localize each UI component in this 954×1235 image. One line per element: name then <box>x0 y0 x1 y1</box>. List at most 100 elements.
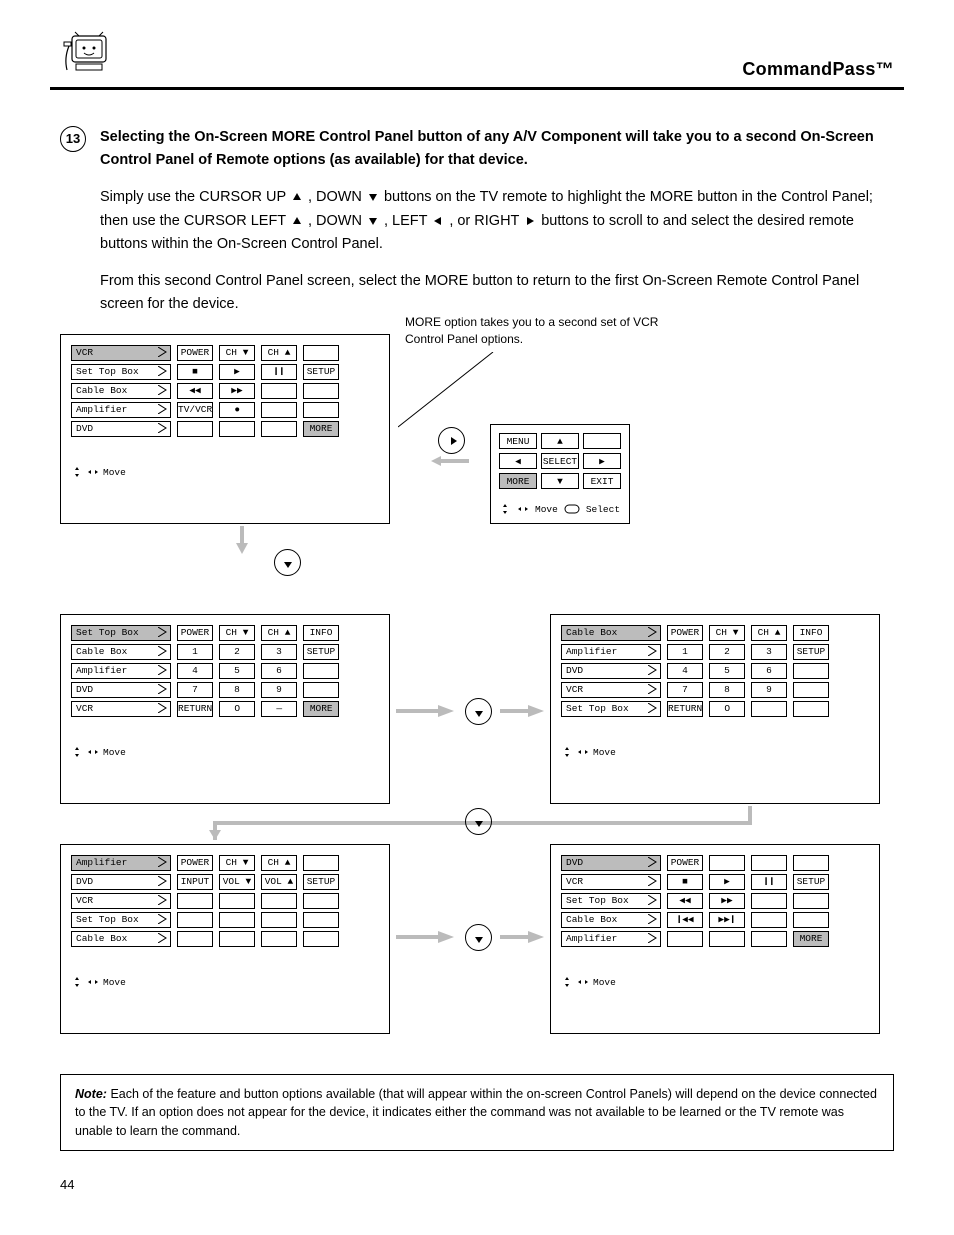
remote-button[interactable] <box>709 931 745 947</box>
remote-button[interactable]: INFO <box>303 625 339 641</box>
remote-button[interactable]: CH ▲ <box>261 625 297 641</box>
remote-button[interactable]: 6 <box>751 663 787 679</box>
remote-button[interactable] <box>303 402 339 418</box>
device-tab[interactable]: DVD <box>71 874 171 890</box>
remote-button[interactable]: VOL ▲ <box>261 874 297 890</box>
remote-button[interactable]: SETUP <box>303 874 339 890</box>
remote-button[interactable]: ▶▶ <box>709 893 745 909</box>
remote-button[interactable]: ▶ <box>219 364 255 380</box>
remote-button[interactable] <box>177 912 213 928</box>
remote-button[interactable]: 5 <box>219 663 255 679</box>
remote-button[interactable]: MORE <box>793 931 829 947</box>
remote-button[interactable]: 1 <box>177 644 213 660</box>
device-tab[interactable]: VCR <box>71 893 171 909</box>
remote-button[interactable]: CH ▲ <box>751 625 787 641</box>
remote-button[interactable]: 7 <box>177 682 213 698</box>
remote-button[interactable]: POWER <box>667 625 703 641</box>
remote-button[interactable] <box>751 931 787 947</box>
remote-button[interactable]: O <box>219 701 255 717</box>
remote-button[interactable]: ▶▶ <box>219 383 255 399</box>
remote-button[interactable] <box>219 912 255 928</box>
remote-button[interactable] <box>177 931 213 947</box>
remote-button[interactable]: SETUP <box>793 874 829 890</box>
remote-button[interactable] <box>751 855 787 871</box>
device-tab[interactable]: Cable Box <box>71 383 171 399</box>
remote-button[interactable]: INPUT <box>177 874 213 890</box>
remote-button[interactable]: POWER <box>177 345 213 361</box>
remote-button[interactable]: INFO <box>793 625 829 641</box>
remote-button[interactable]: 3 <box>261 644 297 660</box>
remote-button[interactable]: 6 <box>261 663 297 679</box>
exit-button[interactable]: EXIT <box>583 473 621 489</box>
remote-button[interactable]: 2 <box>709 644 745 660</box>
remote-button[interactable] <box>751 701 787 717</box>
remote-button[interactable] <box>303 663 339 679</box>
remote-button[interactable]: ▶ <box>709 874 745 890</box>
remote-button[interactable] <box>793 663 829 679</box>
remote-button[interactable] <box>303 345 339 361</box>
remote-button[interactable]: TV/VCR <box>177 402 213 418</box>
device-tab[interactable]: Cable Box <box>71 931 171 947</box>
remote-button[interactable]: RETURN <box>177 701 213 717</box>
left-button[interactable]: ◀ <box>499 453 537 469</box>
remote-button[interactable]: 8 <box>219 682 255 698</box>
remote-button[interactable]: CH ▼ <box>219 625 255 641</box>
remote-button[interactable]: SETUP <box>793 644 829 660</box>
remote-button[interactable] <box>793 701 829 717</box>
device-tab[interactable]: Cable Box <box>561 625 661 641</box>
remote-button[interactable]: 4 <box>667 663 703 679</box>
remote-button[interactable] <box>303 855 339 871</box>
remote-button[interactable]: ■ <box>177 364 213 380</box>
more-button[interactable]: MORE <box>499 473 537 489</box>
remote-button[interactable]: SETUP <box>303 364 339 380</box>
remote-button[interactable] <box>261 383 297 399</box>
down-button[interactable]: ▼ <box>541 473 579 489</box>
remote-button[interactable] <box>793 682 829 698</box>
device-tab[interactable]: VCR <box>561 682 661 698</box>
remote-button[interactable] <box>219 893 255 909</box>
device-tab[interactable]: Amplifier <box>71 855 171 871</box>
remote-button[interactable] <box>261 402 297 418</box>
remote-button[interactable]: ▶▶❙ <box>709 912 745 928</box>
remote-button[interactable]: CH ▲ <box>261 855 297 871</box>
remote-button[interactable] <box>303 893 339 909</box>
remote-button[interactable] <box>751 912 787 928</box>
remote-button[interactable] <box>219 931 255 947</box>
device-tab[interactable]: Set Top Box <box>71 364 171 380</box>
remote-button[interactable] <box>303 383 339 399</box>
remote-button[interactable] <box>793 912 829 928</box>
device-tab[interactable]: Set Top Box <box>71 625 171 641</box>
remote-button[interactable]: ◀◀ <box>667 893 703 909</box>
remote-button[interactable]: RETURN <box>667 701 703 717</box>
device-tab[interactable]: DVD <box>71 682 171 698</box>
remote-button[interactable]: ❙❙ <box>261 364 297 380</box>
remote-button[interactable]: 9 <box>751 682 787 698</box>
remote-button[interactable] <box>261 421 297 437</box>
device-tab[interactable]: DVD <box>561 663 661 679</box>
device-tab[interactable]: Amplifier <box>561 931 661 947</box>
remote-button[interactable]: ◀◀ <box>177 383 213 399</box>
remote-button[interactable] <box>793 855 829 871</box>
device-tab[interactable]: Set Top Box <box>561 701 661 717</box>
remote-button[interactable]: 2 <box>219 644 255 660</box>
device-tab[interactable]: VCR <box>71 701 171 717</box>
remote-button[interactable]: POWER <box>667 855 703 871</box>
device-tab[interactable]: Amplifier <box>71 402 171 418</box>
right-button[interactable]: ▶ <box>583 453 621 469</box>
remote-button[interactable]: CH ▲ <box>261 345 297 361</box>
select-button[interactable]: SELECT <box>541 453 579 469</box>
device-tab[interactable]: VCR <box>71 345 171 361</box>
device-tab[interactable]: Amplifier <box>561 644 661 660</box>
remote-button[interactable]: 1 <box>667 644 703 660</box>
remote-button[interactable]: 9 <box>261 682 297 698</box>
device-tab[interactable]: DVD <box>561 855 661 871</box>
remote-button[interactable]: ■ <box>667 874 703 890</box>
remote-button[interactable]: ● <box>219 402 255 418</box>
remote-button[interactable] <box>793 893 829 909</box>
remote-button[interactable]: 5 <box>709 663 745 679</box>
remote-button[interactable]: ❙◀◀ <box>667 912 703 928</box>
device-tab[interactable]: Cable Box <box>561 912 661 928</box>
blank-button[interactable] <box>583 433 621 449</box>
menu-button[interactable]: MENU <box>499 433 537 449</box>
device-tab[interactable]: DVD <box>71 421 171 437</box>
